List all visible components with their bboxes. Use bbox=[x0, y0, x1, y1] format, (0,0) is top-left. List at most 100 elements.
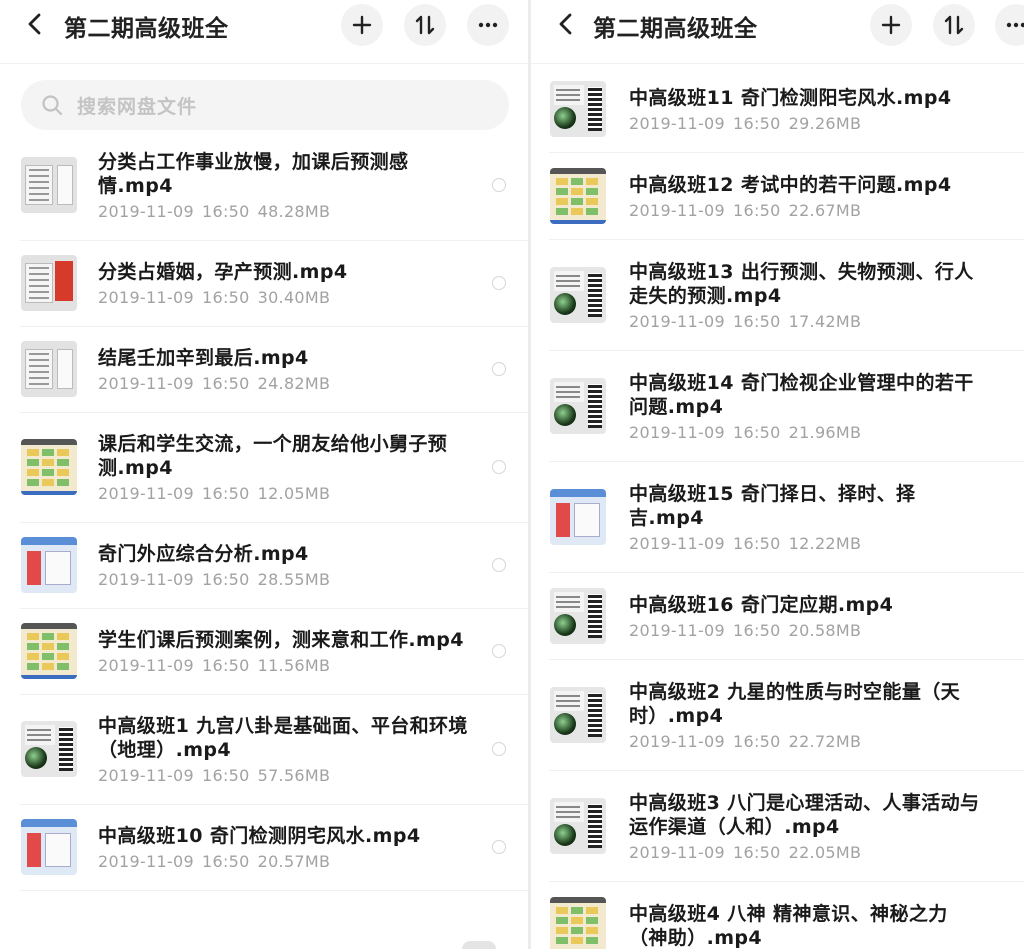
sort-button[interactable] bbox=[404, 4, 446, 46]
file-list-item[interactable]: 分类占婚姻，孕产预测.mp4 2019-11-09 16:50 30.40MB bbox=[0, 240, 528, 327]
file-size: 21.96MB bbox=[788, 423, 862, 442]
file-time: 16:50 bbox=[201, 766, 250, 785]
file-name: 中高级班3 八门是心理活动、人事活动与运作渠道（人和）.mp4 bbox=[629, 792, 980, 838]
file-name: 中高级班4 八神 精神意识、神秘之力（神助）.mp4 bbox=[629, 903, 948, 949]
select-radio-icon[interactable] bbox=[492, 460, 506, 474]
file-time: 16:50 bbox=[201, 656, 250, 675]
video-thumbnail bbox=[550, 489, 606, 545]
file-size: 20.57MB bbox=[257, 852, 331, 871]
video-thumbnail bbox=[550, 798, 606, 854]
file-time: 16:50 bbox=[201, 852, 250, 871]
top-bar: 第二期高级班全 bbox=[531, 0, 1024, 64]
file-list-item[interactable]: 中高级班15 奇门择日、择时、择吉.mp4 2019-11-09 16:50 12.2… bbox=[549, 462, 1024, 573]
file-meta: 2019-11-09 16:50 21.96MB bbox=[629, 423, 984, 443]
video-thumbnail bbox=[550, 267, 606, 323]
video-thumbnail bbox=[21, 255, 77, 311]
file-name: 奇门外应综合分析.mp4 bbox=[98, 543, 309, 565]
file-meta: 2019-11-09 16:50 20.57MB bbox=[98, 852, 468, 872]
file-list: 中高级班11 奇门检测阳宅风水.mp4 2019-11-09 16:50 29.26M… bbox=[531, 66, 1024, 949]
select-radio-icon[interactable] bbox=[492, 558, 506, 572]
video-thumbnail bbox=[21, 623, 77, 679]
file-meta: 2019-11-09 16:50 57.56MB bbox=[98, 766, 468, 786]
file-time: 16:50 bbox=[201, 374, 250, 393]
file-date: 2019-11-09 bbox=[98, 766, 194, 785]
file-meta: 2019-11-09 16:50 30.40MB bbox=[98, 288, 468, 308]
file-date: 2019-11-09 bbox=[98, 288, 194, 307]
file-date: 2019-11-09 bbox=[629, 423, 725, 442]
file-meta: 2019-11-09 16:50 22.05MB bbox=[629, 843, 984, 863]
file-date: 2019-11-09 bbox=[629, 732, 725, 751]
file-list-item[interactable]: 中高级班14 奇门检视企业管理中的若干问题.mp4 2019-11-09 16:50… bbox=[549, 351, 1024, 462]
file-list-item[interactable]: 中高级班1 九宫八卦是基础面、平台和环境（地理）.mp4 2019-11-09 16… bbox=[0, 694, 528, 805]
search-icon bbox=[42, 95, 63, 116]
file-list-item[interactable]: 中高级班12 考试中的若干问题.mp4 2019-11-09 16:50 22.67M… bbox=[549, 153, 1024, 240]
select-radio-icon[interactable] bbox=[492, 742, 506, 756]
file-meta: 2019-11-09 16:50 24.82MB bbox=[98, 374, 468, 394]
select-radio-icon[interactable] bbox=[492, 178, 506, 192]
back-button[interactable] bbox=[553, 10, 581, 38]
search-input[interactable]: 搜索网盘文件 bbox=[21, 80, 509, 130]
top-bar: 第二期高级班全 bbox=[0, 0, 528, 64]
file-date: 2019-11-09 bbox=[629, 312, 725, 331]
file-name: 中高级班12 考试中的若干问题.mp4 bbox=[629, 174, 952, 196]
file-list-item[interactable]: 中高级班3 八门是心理活动、人事活动与运作渠道（人和）.mp4 2019-11-0… bbox=[549, 771, 1024, 882]
sort-button[interactable] bbox=[933, 4, 975, 46]
file-meta: 2019-11-09 16:50 11.56MB bbox=[98, 656, 468, 676]
file-meta: 2019-11-09 16:50 22.67MB bbox=[629, 201, 984, 221]
file-list-item[interactable]: 中高级班16 奇门定应期.mp4 2019-11-09 16:50 20.58MB bbox=[549, 573, 1024, 660]
file-date: 2019-11-09 bbox=[98, 484, 194, 503]
video-thumbnail bbox=[550, 897, 606, 949]
file-meta: 2019-11-09 16:50 48.28MB bbox=[98, 202, 468, 222]
add-button[interactable] bbox=[341, 4, 383, 46]
file-meta: 2019-11-09 16:50 29.26MB bbox=[629, 114, 984, 134]
file-list-item[interactable]: 结尾壬加辛到最后.mp4 2019-11-09 16:50 24.82MB bbox=[0, 326, 528, 413]
more-button[interactable] bbox=[995, 4, 1024, 46]
file-size: 22.67MB bbox=[788, 201, 862, 220]
file-list-item[interactable]: 课后和学生交流，一个朋友给他小舅子预测.mp4 2019-11-09 16:50 12… bbox=[0, 412, 528, 523]
file-time: 16:50 bbox=[732, 423, 781, 442]
select-radio-icon[interactable] bbox=[492, 644, 506, 658]
video-thumbnail bbox=[550, 81, 606, 137]
file-time: 16:50 bbox=[732, 621, 781, 640]
page-title: 第二期高级班全 bbox=[593, 16, 758, 42]
file-name: 中高级班2 九星的性质与时空能量（天时）.mp4 bbox=[629, 681, 961, 727]
file-date: 2019-11-09 bbox=[629, 843, 725, 862]
file-meta: 2019-11-09 16:50 22.72MB bbox=[629, 732, 984, 752]
scroll-handle[interactable] bbox=[462, 941, 496, 949]
file-list-screen-left: 第二期高级班全 搜索网盘文件 分类占工作事业放慢，加课后预测感情.mp4 201… bbox=[0, 0, 528, 949]
file-list-item[interactable]: 中高级班10 奇门检测阴宅风水.mp4 2019-11-09 16:50 20.57M… bbox=[0, 804, 528, 891]
file-size: 20.58MB bbox=[788, 621, 862, 640]
file-meta: 2019-11-09 16:50 12.05MB bbox=[98, 484, 468, 504]
file-list-item[interactable]: 中高级班11 奇门检测阳宅风水.mp4 2019-11-09 16:50 29.26M… bbox=[549, 66, 1024, 153]
file-time: 16:50 bbox=[201, 288, 250, 307]
file-size: 24.82MB bbox=[257, 374, 331, 393]
file-size: 57.56MB bbox=[257, 766, 331, 785]
file-size: 12.22MB bbox=[788, 534, 862, 553]
file-list-item[interactable]: 学生们课后预测案例，测来意和工作.mp4 2019-11-09 16:50 11.56… bbox=[0, 608, 528, 695]
app-root: 第二期高级班全 搜索网盘文件 分类占工作事业放慢，加课后预测感情.mp4 201… bbox=[0, 0, 1024, 949]
select-radio-icon[interactable] bbox=[492, 362, 506, 376]
file-name: 中高级班10 奇门检测阴宅风水.mp4 bbox=[98, 825, 421, 847]
file-list-item[interactable]: 奇门外应综合分析.mp4 2019-11-09 16:50 28.55MB bbox=[0, 522, 528, 609]
file-time: 16:50 bbox=[201, 202, 250, 221]
file-time: 16:50 bbox=[732, 312, 781, 331]
file-name: 课后和学生交流，一个朋友给他小舅子预测.mp4 bbox=[98, 433, 448, 479]
file-date: 2019-11-09 bbox=[629, 114, 725, 133]
more-button[interactable] bbox=[467, 4, 509, 46]
video-thumbnail bbox=[21, 721, 77, 777]
page-title: 第二期高级班全 bbox=[64, 16, 229, 42]
file-list-item[interactable]: 分类占工作事业放慢，加课后预测感情.mp4 2019-11-09 16:50 48.2… bbox=[0, 130, 528, 241]
search-placeholder: 搜索网盘文件 bbox=[77, 95, 198, 118]
file-list-item[interactable]: 中高级班2 九星的性质与时空能量（天时）.mp4 2019-11-09 16:50 2… bbox=[549, 660, 1024, 771]
more-icon bbox=[478, 22, 498, 28]
select-radio-icon[interactable] bbox=[492, 276, 506, 290]
select-radio-icon[interactable] bbox=[492, 840, 506, 854]
add-button[interactable] bbox=[870, 4, 912, 46]
chevron-left-icon bbox=[28, 13, 41, 35]
video-thumbnail bbox=[21, 819, 77, 875]
file-time: 16:50 bbox=[732, 843, 781, 862]
file-name: 结尾壬加辛到最后.mp4 bbox=[98, 347, 309, 369]
back-button[interactable] bbox=[22, 10, 50, 38]
file-list-item[interactable]: 中高级班4 八神 精神意识、神秘之力（神助）.mp4 bbox=[549, 882, 1024, 949]
file-list-item[interactable]: 中高级班13 出行预测、失物预测、行人走失的预测.mp4 2019-11-09 16… bbox=[549, 240, 1024, 351]
